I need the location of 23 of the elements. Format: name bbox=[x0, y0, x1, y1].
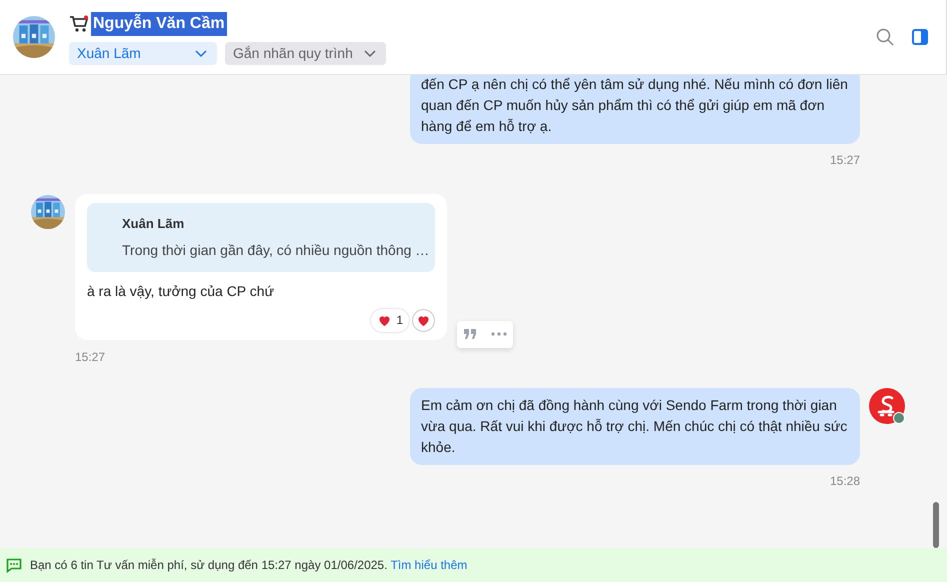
quote-author: Xuân Lãm bbox=[122, 215, 186, 233]
tag-dropdown[interactable]: Gắn nhãn quy trình bbox=[225, 42, 386, 64]
message-time: 15:27 bbox=[830, 152, 860, 169]
message-bubble: Em cảm ơn chị đã đồng hành cùng với Sendo Farm trong thời gian vừa qua. Rất vui khi được hỗ trợ chị. Mến chúc chị có thật nhiều sức khỏe. bbox=[410, 388, 860, 464]
info-text: Bạn có 6 tin Tư vấn miễn phí, sử dụng đến 15:27 ngày 01/06/2025. Tìm hiểu thêm bbox=[30, 557, 468, 574]
chat-icon bbox=[6, 558, 22, 572]
react-button[interactable] bbox=[412, 308, 435, 332]
scrollbar-thumb[interactable] bbox=[933, 502, 939, 548]
search-icon[interactable] bbox=[876, 28, 894, 46]
message-text: à ra là vậy, tưởng của CP chứ bbox=[87, 282, 275, 301]
message-time: 15:27 bbox=[75, 348, 106, 366]
learn-more-link[interactable]: Tìm hiểu thêm bbox=[390, 558, 468, 572]
quoted-message[interactable]: Xuân Lãm Trong thời gian gần đây, có nhiều nguồn thông … bbox=[87, 203, 435, 272]
assignee-dropdown[interactable]: Xuân Lãm bbox=[69, 42, 217, 64]
cart-icon bbox=[69, 14, 89, 32]
quote-icon[interactable] bbox=[463, 327, 477, 341]
reaction-count[interactable]: 1 bbox=[371, 308, 409, 332]
more-icon[interactable] bbox=[491, 332, 507, 336]
sidebar-toggle-icon[interactable] bbox=[911, 28, 929, 46]
quote-text: Trong thời gian gần đây, có nhiều nguồn thông … bbox=[122, 240, 430, 260]
contact-name: Nguyễn Văn Cầm bbox=[91, 12, 227, 36]
message-bubble: đến CP ạ nên chị có thể yên tâm sử dụng nhé. Nếu mình có đơn liên quan đến CP muốn hủy sản phẩm thì có thể gửi giúp em mã đơn hàng để em hỗ trợ ạ. bbox=[410, 75, 860, 144]
message-time: 15:28 bbox=[830, 472, 860, 490]
